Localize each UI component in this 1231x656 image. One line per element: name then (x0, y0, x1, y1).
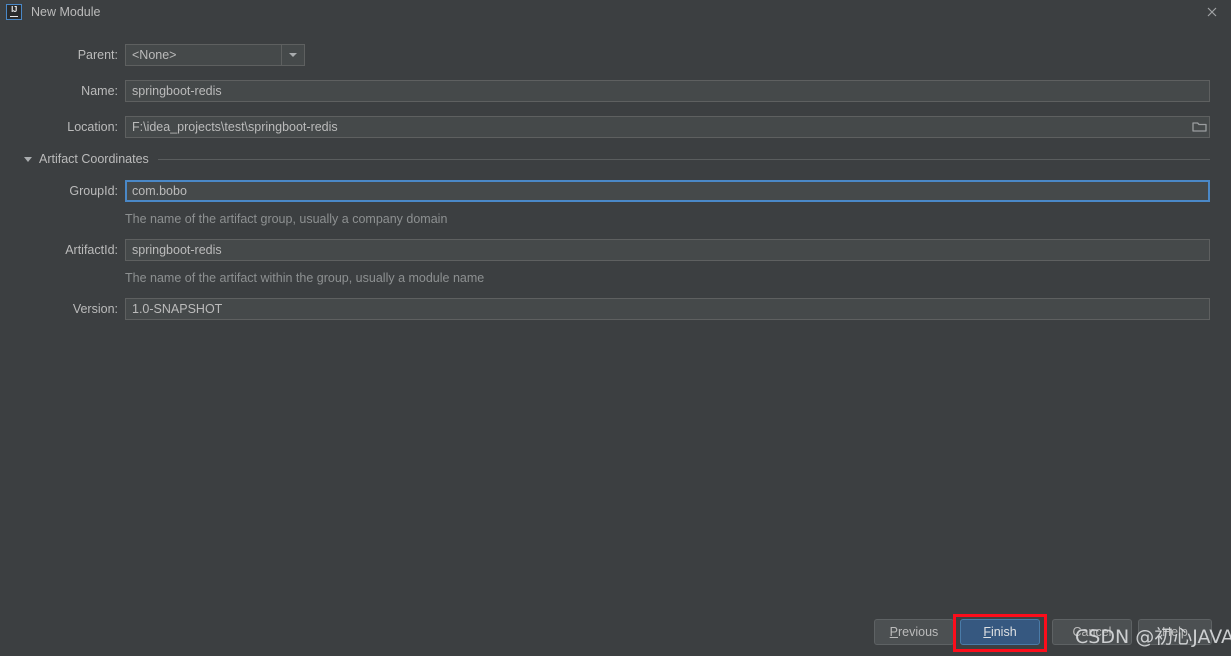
artifactid-hint: The name of the artifact within the grou… (125, 271, 485, 285)
artifactid-label: ArtifactId: (65, 243, 118, 257)
help-button[interactable]: Help (1138, 619, 1212, 645)
artifactid-row: ArtifactId: (0, 239, 1231, 261)
parent-row: Parent: <None> (0, 44, 1231, 66)
folder-icon[interactable] (1188, 116, 1210, 136)
artifact-coordinates-section-header[interactable]: Artifact Coordinates (24, 150, 1210, 168)
version-input[interactable] (125, 298, 1210, 320)
close-icon[interactable] (1203, 3, 1221, 21)
artifactid-input[interactable] (125, 239, 1210, 261)
triangle-down-icon (24, 156, 32, 162)
location-row: Location: (0, 116, 1231, 138)
previous-button-mnemonic: P (889, 625, 899, 639)
groupid-hint: The name of the artifact group, usually … (125, 212, 448, 226)
artifact-coordinates-label: Artifact Coordinates (39, 152, 149, 166)
finish-button-mnemonic: F (983, 625, 991, 639)
name-row: Name: (0, 80, 1231, 102)
location-label: Location: (67, 120, 118, 134)
name-input[interactable] (125, 80, 1210, 102)
finish-button-label: inish (990, 625, 1017, 639)
cancel-button[interactable]: Cancel (1052, 619, 1132, 645)
intellij-idea-icon (6, 4, 22, 20)
chevron-down-icon[interactable] (281, 45, 304, 65)
parent-select-value: <None> (132, 48, 177, 62)
previous-button-label: revious (898, 625, 939, 639)
name-label: Name: (81, 84, 118, 98)
groupid-row: GroupId: (0, 180, 1231, 202)
version-label: Version: (72, 302, 118, 316)
finish-button[interactable]: Finish (960, 619, 1040, 645)
version-row: Version: (0, 298, 1231, 320)
window-titlebar: New Module (0, 0, 1231, 24)
parent-select[interactable]: <None> (125, 44, 305, 66)
groupid-label: GroupId: (69, 184, 118, 198)
previous-button[interactable]: Previous (874, 619, 954, 645)
window-title: New Module (31, 5, 101, 19)
dialog-footer: Previous Finish Cancel Help (0, 606, 1231, 656)
location-input[interactable] (125, 116, 1210, 138)
section-divider (157, 158, 1210, 160)
groupid-input[interactable] (125, 180, 1210, 202)
parent-label: Parent: (77, 48, 118, 62)
